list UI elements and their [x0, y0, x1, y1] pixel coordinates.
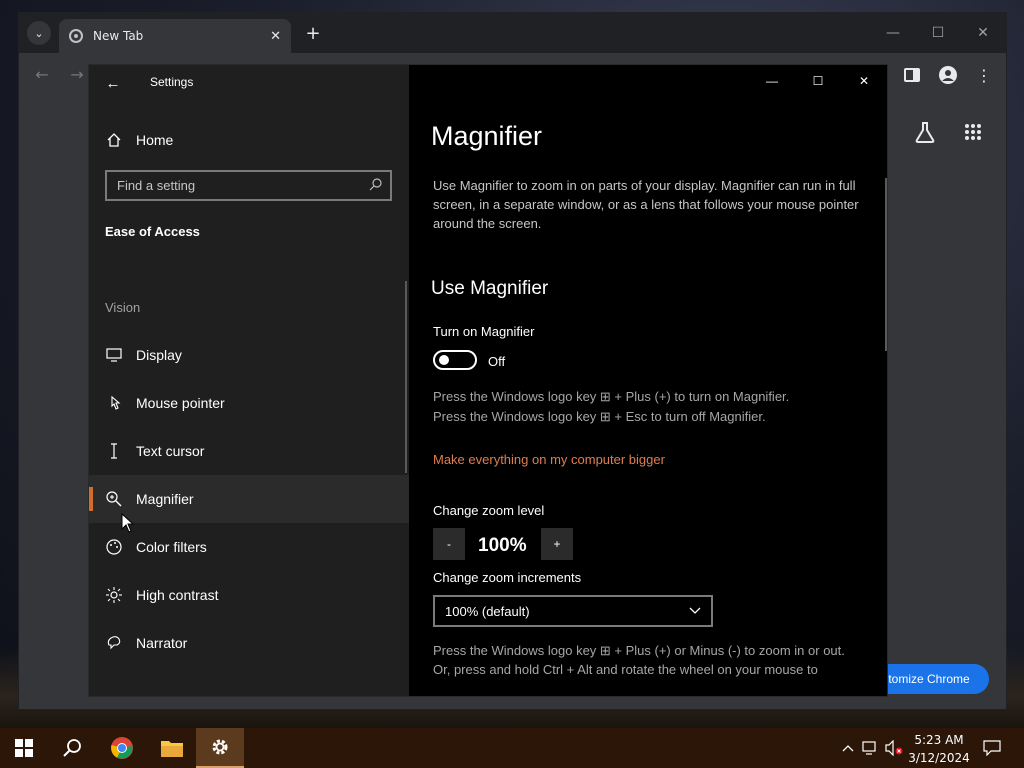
taskbar-chrome-button[interactable]	[98, 728, 146, 768]
taskbar-settings-button[interactable]	[196, 728, 244, 768]
sidebar-item-label: High contrast	[136, 587, 219, 603]
gear-icon	[212, 739, 228, 755]
settings-sidebar: ← Settings Home Ease of Access Vision Di…	[89, 65, 409, 696]
side-panel-icon[interactable]	[900, 63, 924, 87]
window-title: Settings	[150, 75, 194, 89]
chevron-up-icon[interactable]	[838, 738, 858, 758]
folder-icon	[161, 741, 183, 757]
text-cursor-icon	[105, 442, 123, 460]
high-contrast-icon	[105, 586, 123, 604]
sidebar-item-text-cursor[interactable]: Text cursor	[89, 427, 409, 475]
new-tab-button[interactable]: +	[301, 21, 325, 45]
hint-turn-off: Press the Windows logo key ⊞ + Esc to tu…	[433, 409, 766, 424]
chevron-down-icon: ⌄	[34, 26, 44, 40]
dropdown-value: 100% (default)	[445, 603, 530, 619]
main-scrollbar[interactable]	[885, 178, 887, 351]
profile-icon[interactable]	[936, 63, 960, 87]
toggle-knob	[439, 355, 449, 365]
tab-search-button[interactable]: ⌄	[27, 21, 51, 45]
start-button[interactable]	[0, 728, 48, 768]
mouse-cursor-icon	[121, 513, 135, 533]
sidebar-scrollbar[interactable]	[405, 281, 407, 473]
zoom-increments-label: Change zoom increments	[433, 570, 582, 585]
labs-flask-icon[interactable]	[910, 117, 940, 147]
home-icon	[105, 131, 123, 149]
home-label: Home	[136, 132, 174, 148]
zoom-out-button[interactable]: -	[433, 528, 465, 560]
settings-window: ← Settings Home Ease of Access Vision Di…	[88, 64, 888, 697]
sidebar-item-color-filters[interactable]: Color filters	[89, 523, 409, 571]
back-icon[interactable]: ←	[31, 63, 53, 85]
search-icon	[63, 739, 81, 757]
windows-logo-icon	[15, 739, 33, 757]
notifications-icon[interactable]	[982, 738, 1002, 758]
tab-title: New Tab	[93, 29, 144, 43]
close-icon[interactable]: ✕	[841, 65, 887, 97]
color-filters-icon	[105, 538, 123, 556]
taskbar-search-button[interactable]	[48, 728, 96, 768]
zoom-hints: Press the Windows logo key ⊞ + Plus (+) …	[433, 641, 863, 679]
sidebar-item-magnifier[interactable]: Magnifier	[89, 475, 409, 523]
forward-icon[interactable]: →	[66, 63, 88, 85]
taskbar: 5:23 AM 3/12/2024	[0, 728, 1024, 768]
group-label-vision: Vision	[105, 300, 141, 315]
taskbar-file-explorer-button[interactable]	[148, 728, 196, 768]
clock-date: 3/12/2024	[908, 751, 970, 765]
toggle-state: Off	[488, 354, 506, 369]
kebab-menu-icon[interactable]: ⋮	[972, 63, 996, 87]
search-input[interactable]	[117, 178, 369, 193]
zoom-in-button[interactable]: +	[541, 528, 573, 560]
sidebar-item-label: Mouse pointer	[136, 395, 225, 411]
mouse-pointer-icon	[105, 394, 123, 412]
minimize-icon[interactable]: —	[749, 65, 795, 97]
chrome-maximize-icon[interactable]: ☐	[926, 21, 950, 45]
sidebar-nav: Display Mouse pointer Text cursor Magnif…	[89, 331, 409, 667]
use-magnifier-heading: Use Magnifier	[431, 278, 549, 299]
sidebar-item-label: Text cursor	[136, 443, 205, 459]
sidebar-item-narrator[interactable]: Narrator	[89, 619, 409, 667]
page-description: Use Magnifier to zoom in on parts of you…	[433, 178, 859, 231]
sidebar-item-label: Magnifier	[136, 491, 194, 507]
apps-grid-icon[interactable]	[958, 117, 988, 147]
clock-time: 5:23 AM	[914, 733, 964, 747]
zoom-level-label: Change zoom level	[433, 503, 545, 518]
maximize-icon[interactable]: ☐	[795, 65, 841, 97]
chrome-favicon-icon	[69, 29, 83, 43]
page-title: Magnifier	[431, 121, 543, 151]
taskbar-clock[interactable]: 5:23 AM 3/12/2024	[900, 732, 978, 766]
tab-close-icon[interactable]: ✕	[270, 29, 281, 44]
search-box[interactable]	[105, 170, 392, 201]
sidebar-item-label: Narrator	[136, 635, 188, 651]
back-arrow-icon[interactable]: ←	[103, 73, 123, 93]
network-icon[interactable]	[861, 738, 881, 758]
chrome-tabstrip: ⌄ New Tab ✕ + — ☐ ✕	[19, 13, 1006, 53]
sidebar-item-label: Color filters	[136, 539, 207, 555]
make-bigger-link[interactable]: Make everything on my computer bigger	[433, 452, 665, 467]
magnifier-icon	[105, 490, 123, 508]
section-heading: Ease of Access	[105, 224, 200, 239]
narrator-icon	[105, 634, 123, 652]
chrome-close-icon[interactable]: ✕	[971, 21, 995, 45]
chevron-down-icon	[689, 604, 701, 618]
sidebar-item-home[interactable]: Home	[89, 125, 409, 155]
chrome-icon	[111, 737, 133, 759]
magnifier-toggle[interactable]	[433, 350, 477, 370]
settings-main-pane: — ☐ ✕ Magnifier Use Magnifier to zoom in…	[409, 65, 887, 696]
chrome-minimize-icon[interactable]: —	[881, 21, 905, 45]
search-icon[interactable]	[369, 177, 382, 194]
zoom-value: 100%	[478, 535, 527, 556]
sidebar-item-mouse-pointer[interactable]: Mouse pointer	[89, 379, 409, 427]
zoom-increments-dropdown[interactable]: 100% (default)	[433, 595, 713, 627]
sidebar-item-label: Display	[136, 347, 182, 363]
toggle-label: Turn on Magnifier	[433, 324, 535, 339]
sidebar-item-display[interactable]: Display	[89, 331, 409, 379]
hint-turn-on: Press the Windows logo key ⊞ + Plus (+) …	[433, 389, 790, 404]
hint-zoom-keys: Press the Windows logo key ⊞ + Plus (+) …	[433, 643, 845, 658]
display-icon	[105, 346, 123, 364]
sidebar-item-high-contrast[interactable]: High contrast	[89, 571, 409, 619]
chrome-tab[interactable]: New Tab ✕	[59, 19, 291, 53]
hint-zoom-wheel: Or, press and hold Ctrl + Alt and rotate…	[433, 662, 818, 677]
